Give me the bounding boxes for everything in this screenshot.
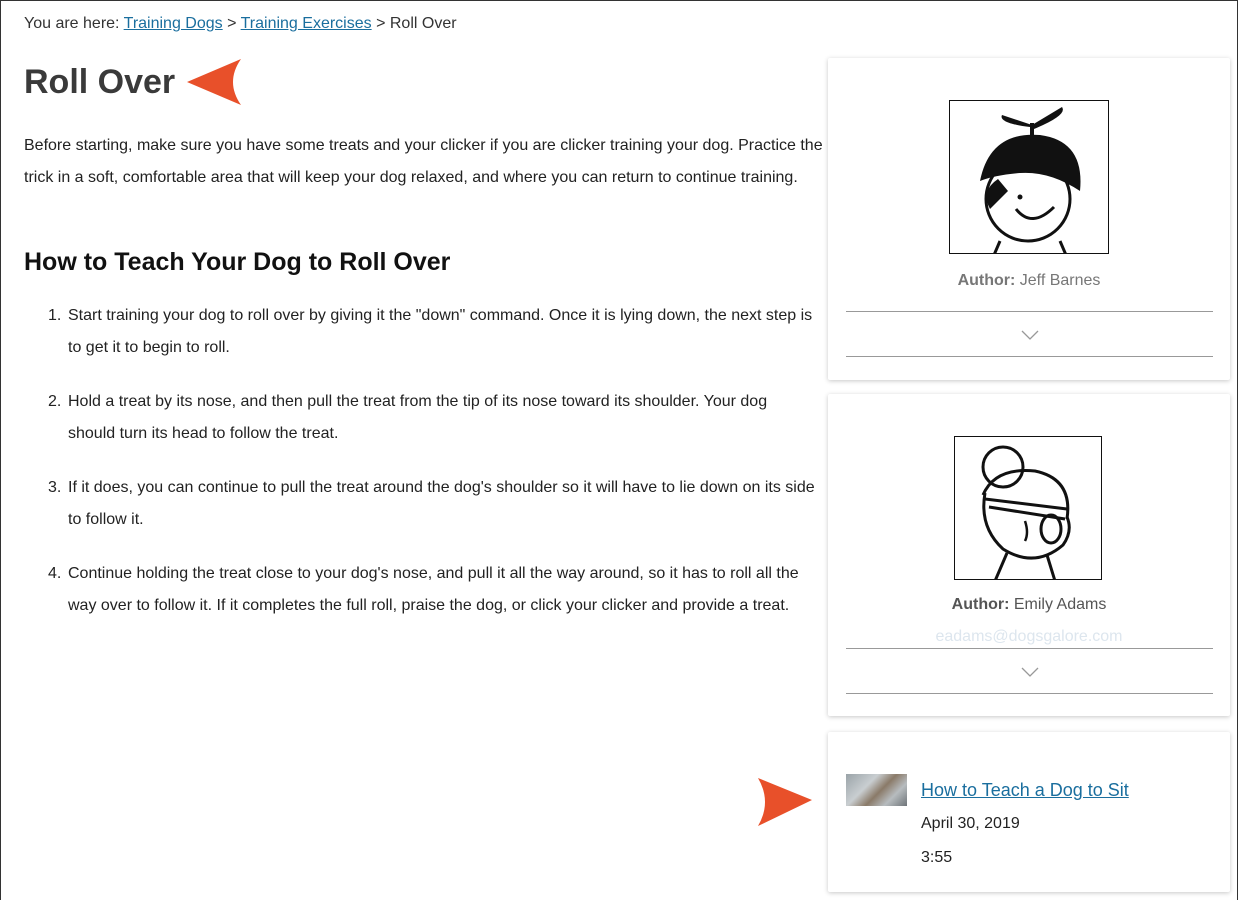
expand-author-button[interactable] — [846, 313, 1213, 357]
intro-paragraph: Before starting, make sure you have some… — [24, 137, 823, 186]
author-card-emily: Author: Emily Adams eadams@dogsgalore.co… — [828, 394, 1230, 716]
divider — [846, 648, 1213, 649]
chevron-down-icon — [1021, 330, 1038, 340]
video-title-link[interactable]: How to Teach a Dog to Sit — [921, 780, 1129, 801]
author-email[interactable]: eadams@dogsgalore.com — [846, 628, 1212, 646]
breadcrumb-separator: > — [371, 15, 390, 32]
propeller-cap-avatar-icon — [980, 107, 1081, 253]
author-name-line: Author: Emily Adams — [846, 596, 1212, 614]
author-name: Jeff Barnes — [1019, 272, 1101, 289]
title-row: Roll Over — [24, 57, 243, 107]
author-card-jeff: Author: Jeff Barnes — [828, 58, 1230, 380]
step-text: Continue holding the treat close to your… — [68, 565, 799, 614]
divider — [846, 311, 1213, 312]
list-item: 2. Hold a treat by its nose, and then pul… — [48, 386, 818, 450]
author-label: Author: — [957, 272, 1016, 289]
breadcrumb-link-training-dogs[interactable]: Training Dogs — [124, 15, 223, 32]
breadcrumb-separator: > — [222, 15, 241, 32]
step-number: 2. — [48, 393, 62, 410]
expand-author-button[interactable] — [846, 650, 1213, 694]
step-text: Hold a treat by its nose, and then pull … — [68, 393, 768, 442]
list-item: 3. If it does, you can continue to pull t… — [48, 472, 818, 536]
video-card: How to Teach a Dog to Sit April 30, 2019… — [828, 732, 1230, 892]
list-item: 1. Start training your dog to roll over b… — [48, 300, 818, 364]
divider — [846, 356, 1213, 357]
video-date: April 30, 2019 — [921, 815, 1020, 832]
divider — [846, 693, 1213, 694]
breadcrumb-link-training-exercises[interactable]: Training Exercises — [241, 15, 372, 32]
author-label: Author: — [951, 596, 1010, 613]
step-number: 1. — [48, 307, 62, 324]
video-duration: 3:55 — [921, 849, 953, 866]
avatar — [954, 436, 1102, 580]
list-item: 4. Continue holding the treat close to yo… — [48, 558, 818, 622]
orange-arrow-left-icon — [187, 59, 242, 105]
step-number: 4. — [48, 565, 62, 582]
breadcrumb-prefix: You are here: — [24, 15, 124, 32]
page-title: Roll Over — [24, 62, 176, 101]
video-thumbnail[interactable] — [846, 774, 907, 806]
step-number: 3. — [48, 479, 62, 496]
steps-list: 1. Start training your dog to roll over b… — [48, 300, 818, 644]
avatar — [949, 100, 1109, 254]
step-text: If it does, you can continue to pull the… — [68, 479, 815, 528]
chevron-down-icon — [1021, 667, 1038, 677]
step-text: Start training your dog to roll over by … — [68, 307, 813, 356]
author-name-line: Author: Jeff Barnes — [846, 272, 1212, 290]
breadcrumb: You are here: Training Dogs > Training E… — [24, 15, 457, 33]
author-name: Emily Adams — [1013, 596, 1107, 613]
orange-arrow-right-icon — [758, 778, 812, 826]
section-heading: How to Teach Your Dog to Roll Over — [24, 248, 451, 276]
woman-bun-avatar-icon — [981, 445, 1071, 579]
breadcrumb-current: Roll Over — [389, 15, 457, 32]
